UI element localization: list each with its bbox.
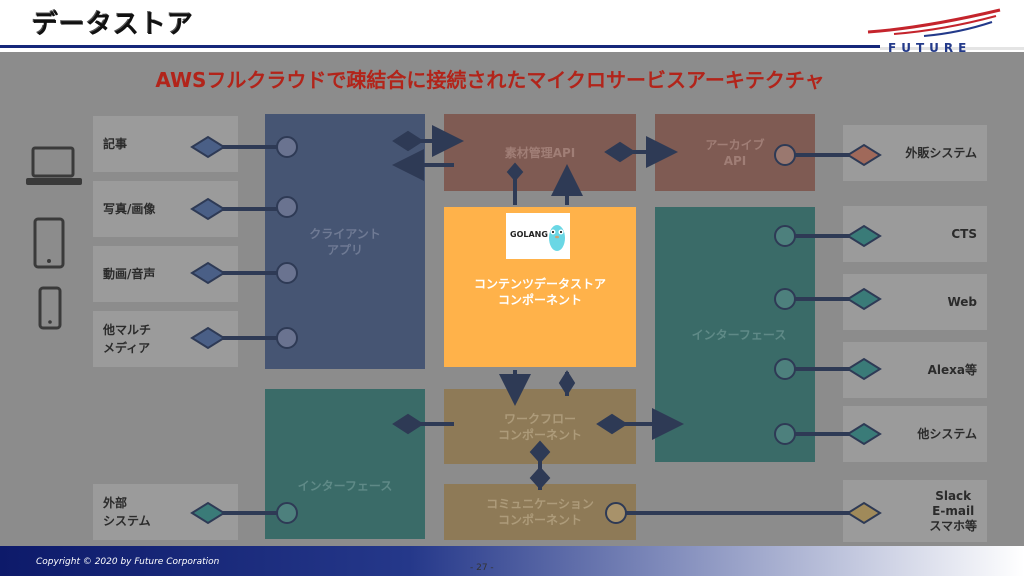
diamond-workflow-interface — [596, 413, 628, 435]
diamond-multimedia — [190, 326, 226, 350]
diamond-photo — [190, 197, 226, 221]
diamond-external-sales — [846, 143, 882, 167]
diamond-cts — [846, 224, 882, 248]
port-video — [276, 262, 298, 284]
diamond-web — [846, 287, 882, 311]
port-multimedia — [276, 327, 298, 349]
diamond-material-archive — [604, 141, 636, 163]
port-photo — [276, 196, 298, 218]
diamond-client-material — [392, 130, 424, 152]
port-communication — [605, 502, 627, 524]
diamond-slack — [846, 501, 882, 525]
diamond-external — [190, 501, 226, 525]
diamond-interface-workflow — [392, 413, 424, 435]
diamond-video — [190, 261, 226, 285]
port-archive — [774, 144, 796, 166]
diamond-article — [190, 135, 226, 159]
port-other — [774, 423, 796, 445]
port-external — [276, 502, 298, 524]
page-number: - 27 - — [470, 563, 494, 573]
port-article — [276, 136, 298, 158]
diamond-content-workflow — [558, 370, 576, 396]
diamond-workflow-comm-top — [529, 440, 551, 464]
connector-overlay — [190, 125, 882, 525]
diamond-other — [846, 422, 882, 446]
port-alexa — [774, 358, 796, 380]
diamond-content-material — [506, 162, 524, 182]
diamond-workflow-comm-bottom — [529, 466, 551, 490]
diamond-alexa — [846, 357, 882, 381]
port-web — [774, 288, 796, 310]
copyright-text: Copyright © 2020 by Future Corporation — [36, 557, 220, 567]
port-cts — [774, 225, 796, 247]
